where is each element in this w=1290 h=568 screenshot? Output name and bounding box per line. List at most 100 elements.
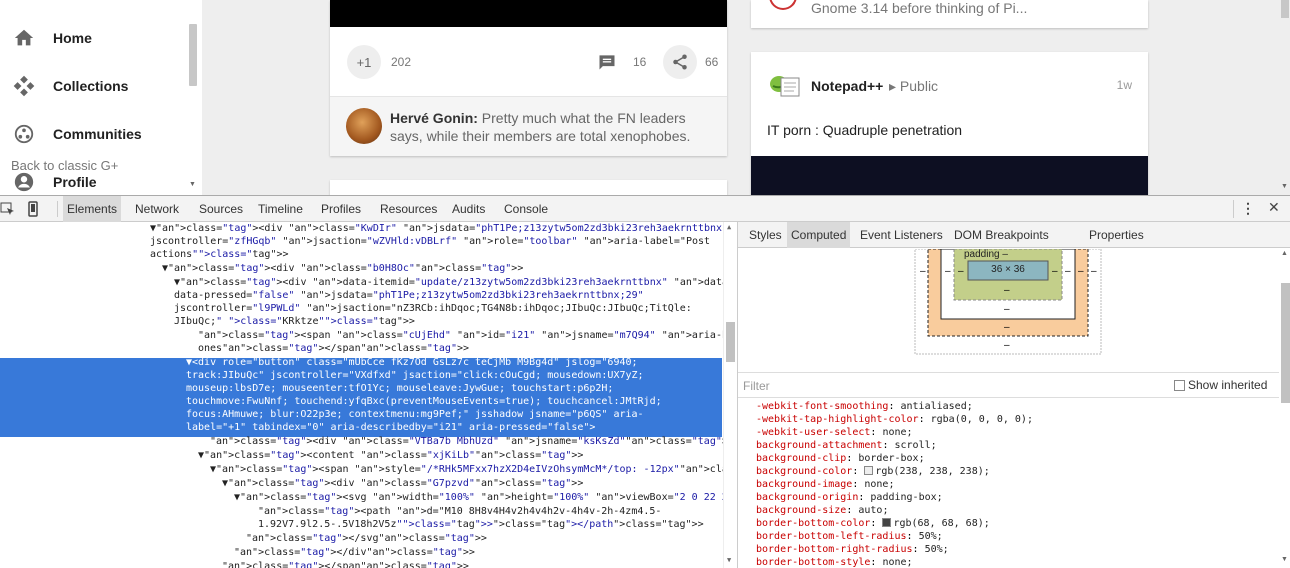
- dom-node-line[interactable]: 1.92V7.9l2.5-.5V18h2V5z"">class="tag">>"…: [258, 518, 704, 531]
- content-size[interactable]: 36 × 36: [968, 264, 1048, 275]
- dom-node-line[interactable]: ▼"an">class="tag"><span "an">style="/*RH…: [210, 463, 737, 476]
- computed-property[interactable]: border-bottom-style: none;: [756, 556, 913, 568]
- dom-node-line[interactable]: "an">class="tag"><span "an">class="cUjEh…: [198, 329, 737, 342]
- dom-node-line[interactable]: ▼"an">class="tag"><div "an">class="KwDIr…: [150, 222, 737, 235]
- dom-node-line[interactable]: "an">class="tag"><div "an">class="VTBa7b…: [210, 435, 737, 448]
- sidebar-scrollbar[interactable]: ▼: [188, 18, 199, 190]
- dom-node-line[interactable]: "an">class="tag"></div"an">class="tag">>: [234, 546, 475, 559]
- tab-profiles[interactable]: Profiles: [317, 196, 365, 222]
- comment-button[interactable]: [590, 45, 624, 79]
- scroll-down-icon[interactable]: ▼: [189, 181, 196, 188]
- dom-node-line[interactable]: ▼"an">class="tag"><div "an">data-itemid=…: [174, 276, 737, 289]
- dom-node-line[interactable]: actions"">class="tag">>: [150, 248, 289, 261]
- computed-property[interactable]: border-bottom-color: rgb(68, 68, 68);: [756, 517, 990, 530]
- border-left-value[interactable]: –: [945, 266, 951, 277]
- computed-property[interactable]: background-origin: padding-box;: [756, 491, 943, 504]
- plus-one-button[interactable]: +1: [347, 45, 381, 79]
- dom-node-line[interactable]: ▼"an">class="tag"><svg "an">width="100%"…: [234, 491, 737, 504]
- scroll-down-icon[interactable]: ▼: [727, 556, 731, 564]
- selected-dom-node-line[interactable]: track:JIbuQc" jscontroller="VXdfxd" jsac…: [186, 369, 644, 382]
- tab-audits[interactable]: Audits: [448, 196, 489, 222]
- inspect-element-icon[interactable]: [0, 201, 16, 222]
- show-inherited-checkbox[interactable]: [1174, 380, 1185, 391]
- sidebar-scrollbar[interactable]: ▲ ▼: [1279, 249, 1290, 568]
- scroll-down-icon[interactable]: ▼: [1281, 183, 1288, 190]
- filter-input[interactable]: Filter: [743, 379, 770, 393]
- dom-node-line[interactable]: "an">class="tag"><path "an">d="M10 8H8v4…: [258, 505, 661, 518]
- padding-left-value[interactable]: –: [958, 266, 964, 277]
- position-right-value[interactable]: –: [1091, 266, 1097, 277]
- dom-node-line[interactable]: "an">class="tag"></svg"an">class="tag">>: [246, 532, 487, 545]
- computed-property[interactable]: border-bottom-right-radius: 50%;: [756, 543, 949, 556]
- tab-timeline[interactable]: Timeline: [254, 196, 307, 222]
- share-button[interactable]: [663, 45, 697, 79]
- margin-right-value[interactable]: –: [1078, 266, 1084, 277]
- post-time[interactable]: 1w: [1117, 78, 1132, 92]
- computed-property[interactable]: background-color: rgb(238, 238, 238);: [756, 465, 990, 478]
- back-to-classic-link[interactable]: Back to classic G+: [11, 158, 118, 173]
- elements-tree[interactable]: ▼"an">class="tag"><div "an">class="KwDIr…: [0, 222, 737, 568]
- padding-bottom-value[interactable]: –: [1004, 285, 1010, 296]
- selected-dom-node-line[interactable]: label="+1" tabindex="0" aria-describedby…: [186, 421, 595, 434]
- comment-author[interactable]: Hervé Gonin:: [390, 110, 478, 126]
- dom-node-line[interactable]: ones"an">class="tag"></span"an">class="t…: [198, 342, 469, 355]
- computed-property[interactable]: background-clip: border-box;: [756, 452, 925, 465]
- tab-computed[interactable]: Computed: [787, 222, 851, 248]
- border-bottom-value[interactable]: –: [1004, 304, 1010, 315]
- computed-property[interactable]: background-size: auto;: [756, 504, 888, 517]
- selected-dom-node-line[interactable]: focus:AHmuwe; blur:O22p3e; contextmenu:m…: [186, 408, 644, 421]
- computed-property[interactable]: border-bottom-left-radius: 50%;: [756, 530, 943, 543]
- dom-node-line[interactable]: ▼"an">class="tag"><content "an">class="x…: [198, 449, 583, 462]
- page-scrollbar[interactable]: ▼: [1279, 0, 1290, 195]
- dom-node-line[interactable]: jscontroller="l9PWLd" "an">jsaction="nZ3…: [174, 302, 692, 315]
- post-snippet[interactable]: Gnome 3.14 before thinking of Pi...: [811, 0, 1027, 16]
- elements-scrollbar[interactable]: ▲ ▼: [723, 222, 737, 568]
- post-media[interactable]: [751, 156, 1148, 195]
- dom-node-line[interactable]: JIbuQc;" ">class="KRktze"">class="tag">>: [174, 315, 415, 328]
- computed-property[interactable]: background-image: none;: [756, 478, 894, 491]
- margin-bottom-value[interactable]: –: [1004, 322, 1010, 333]
- post-media[interactable]: [330, 0, 727, 27]
- scroll-down-icon[interactable]: ▼: [1281, 556, 1288, 563]
- dom-node-line[interactable]: ▼"an">class="tag"><div "an">class="G7pzv…: [222, 477, 583, 490]
- selected-dom-node-line[interactable]: touchmove:FwuNnf; touchend:yfqBxc(preven…: [186, 395, 662, 408]
- avatar[interactable]: [346, 108, 382, 144]
- tab-elements[interactable]: Elements: [63, 196, 122, 222]
- tab-dom-breakpoints[interactable]: DOM Breakpoints: [950, 222, 1053, 248]
- selected-dom-node-line[interactable]: ▼<div role="button" class="mUbCce fKz7Od…: [186, 356, 638, 369]
- scrollbar-thumb[interactable]: [1281, 0, 1289, 18]
- border-right-value[interactable]: –: [1065, 266, 1071, 277]
- selected-dom-node-line[interactable]: mouseup:lbsD7e; mouseenter:tfO1Yc; mouse…: [186, 382, 613, 395]
- scrollbar-thumb[interactable]: [189, 24, 197, 86]
- color-swatch-icon[interactable]: [864, 466, 874, 475]
- more-options-icon[interactable]: ⋮: [1241, 200, 1255, 217]
- device-mode-icon[interactable]: [26, 201, 40, 222]
- position-bottom-value[interactable]: –: [1004, 340, 1010, 351]
- computed-property[interactable]: -webkit-user-select: none;: [756, 426, 913, 439]
- tab-resources[interactable]: Resources: [376, 196, 441, 222]
- tab-sources[interactable]: Sources: [195, 196, 247, 222]
- computed-property[interactable]: -webkit-tap-highlight-color: rgba(0, 0, …: [756, 413, 1033, 426]
- computed-property[interactable]: -webkit-font-smoothing: antialiased;: [756, 400, 973, 413]
- tab-event-listeners[interactable]: Event Listeners: [856, 222, 947, 248]
- dom-node-line[interactable]: data-pressed="false" "an">jsdata="phT1Pe…: [174, 289, 644, 302]
- scroll-up-icon[interactable]: ▲: [1281, 250, 1288, 257]
- notepadpp-logo-icon[interactable]: [767, 72, 803, 100]
- tab-properties[interactable]: Properties: [1085, 222, 1148, 248]
- tab-network[interactable]: Network: [131, 196, 183, 222]
- comment-row[interactable]: Hervé Gonin: Pretty much what the FN lea…: [330, 96, 727, 156]
- scrollbar-thumb[interactable]: [726, 322, 735, 362]
- dom-node-line[interactable]: "an">class="tag"></span"an">class="tag">…: [222, 560, 469, 568]
- tab-styles[interactable]: Styles: [745, 222, 786, 248]
- color-swatch-icon[interactable]: [882, 518, 892, 527]
- dom-node-line[interactable]: ▼"an">class="tag"><div "an">class="b0H8O…: [162, 262, 523, 275]
- scroll-up-icon[interactable]: ▲: [727, 223, 731, 231]
- tab-console[interactable]: Console: [500, 196, 552, 222]
- close-icon[interactable]: ✕: [1268, 199, 1280, 216]
- post-author[interactable]: Notepad++: [811, 78, 883, 94]
- dom-node-line[interactable]: jscontroller="zfHGqb" "an">jsaction="wZV…: [150, 235, 710, 248]
- scrollbar-thumb[interactable]: [1281, 283, 1290, 403]
- computed-property[interactable]: background-attachment: scroll;: [756, 439, 937, 452]
- sidebar-item-communities[interactable]: Communities: [0, 116, 190, 152]
- sidebar-item-collections[interactable]: Collections: [0, 68, 190, 104]
